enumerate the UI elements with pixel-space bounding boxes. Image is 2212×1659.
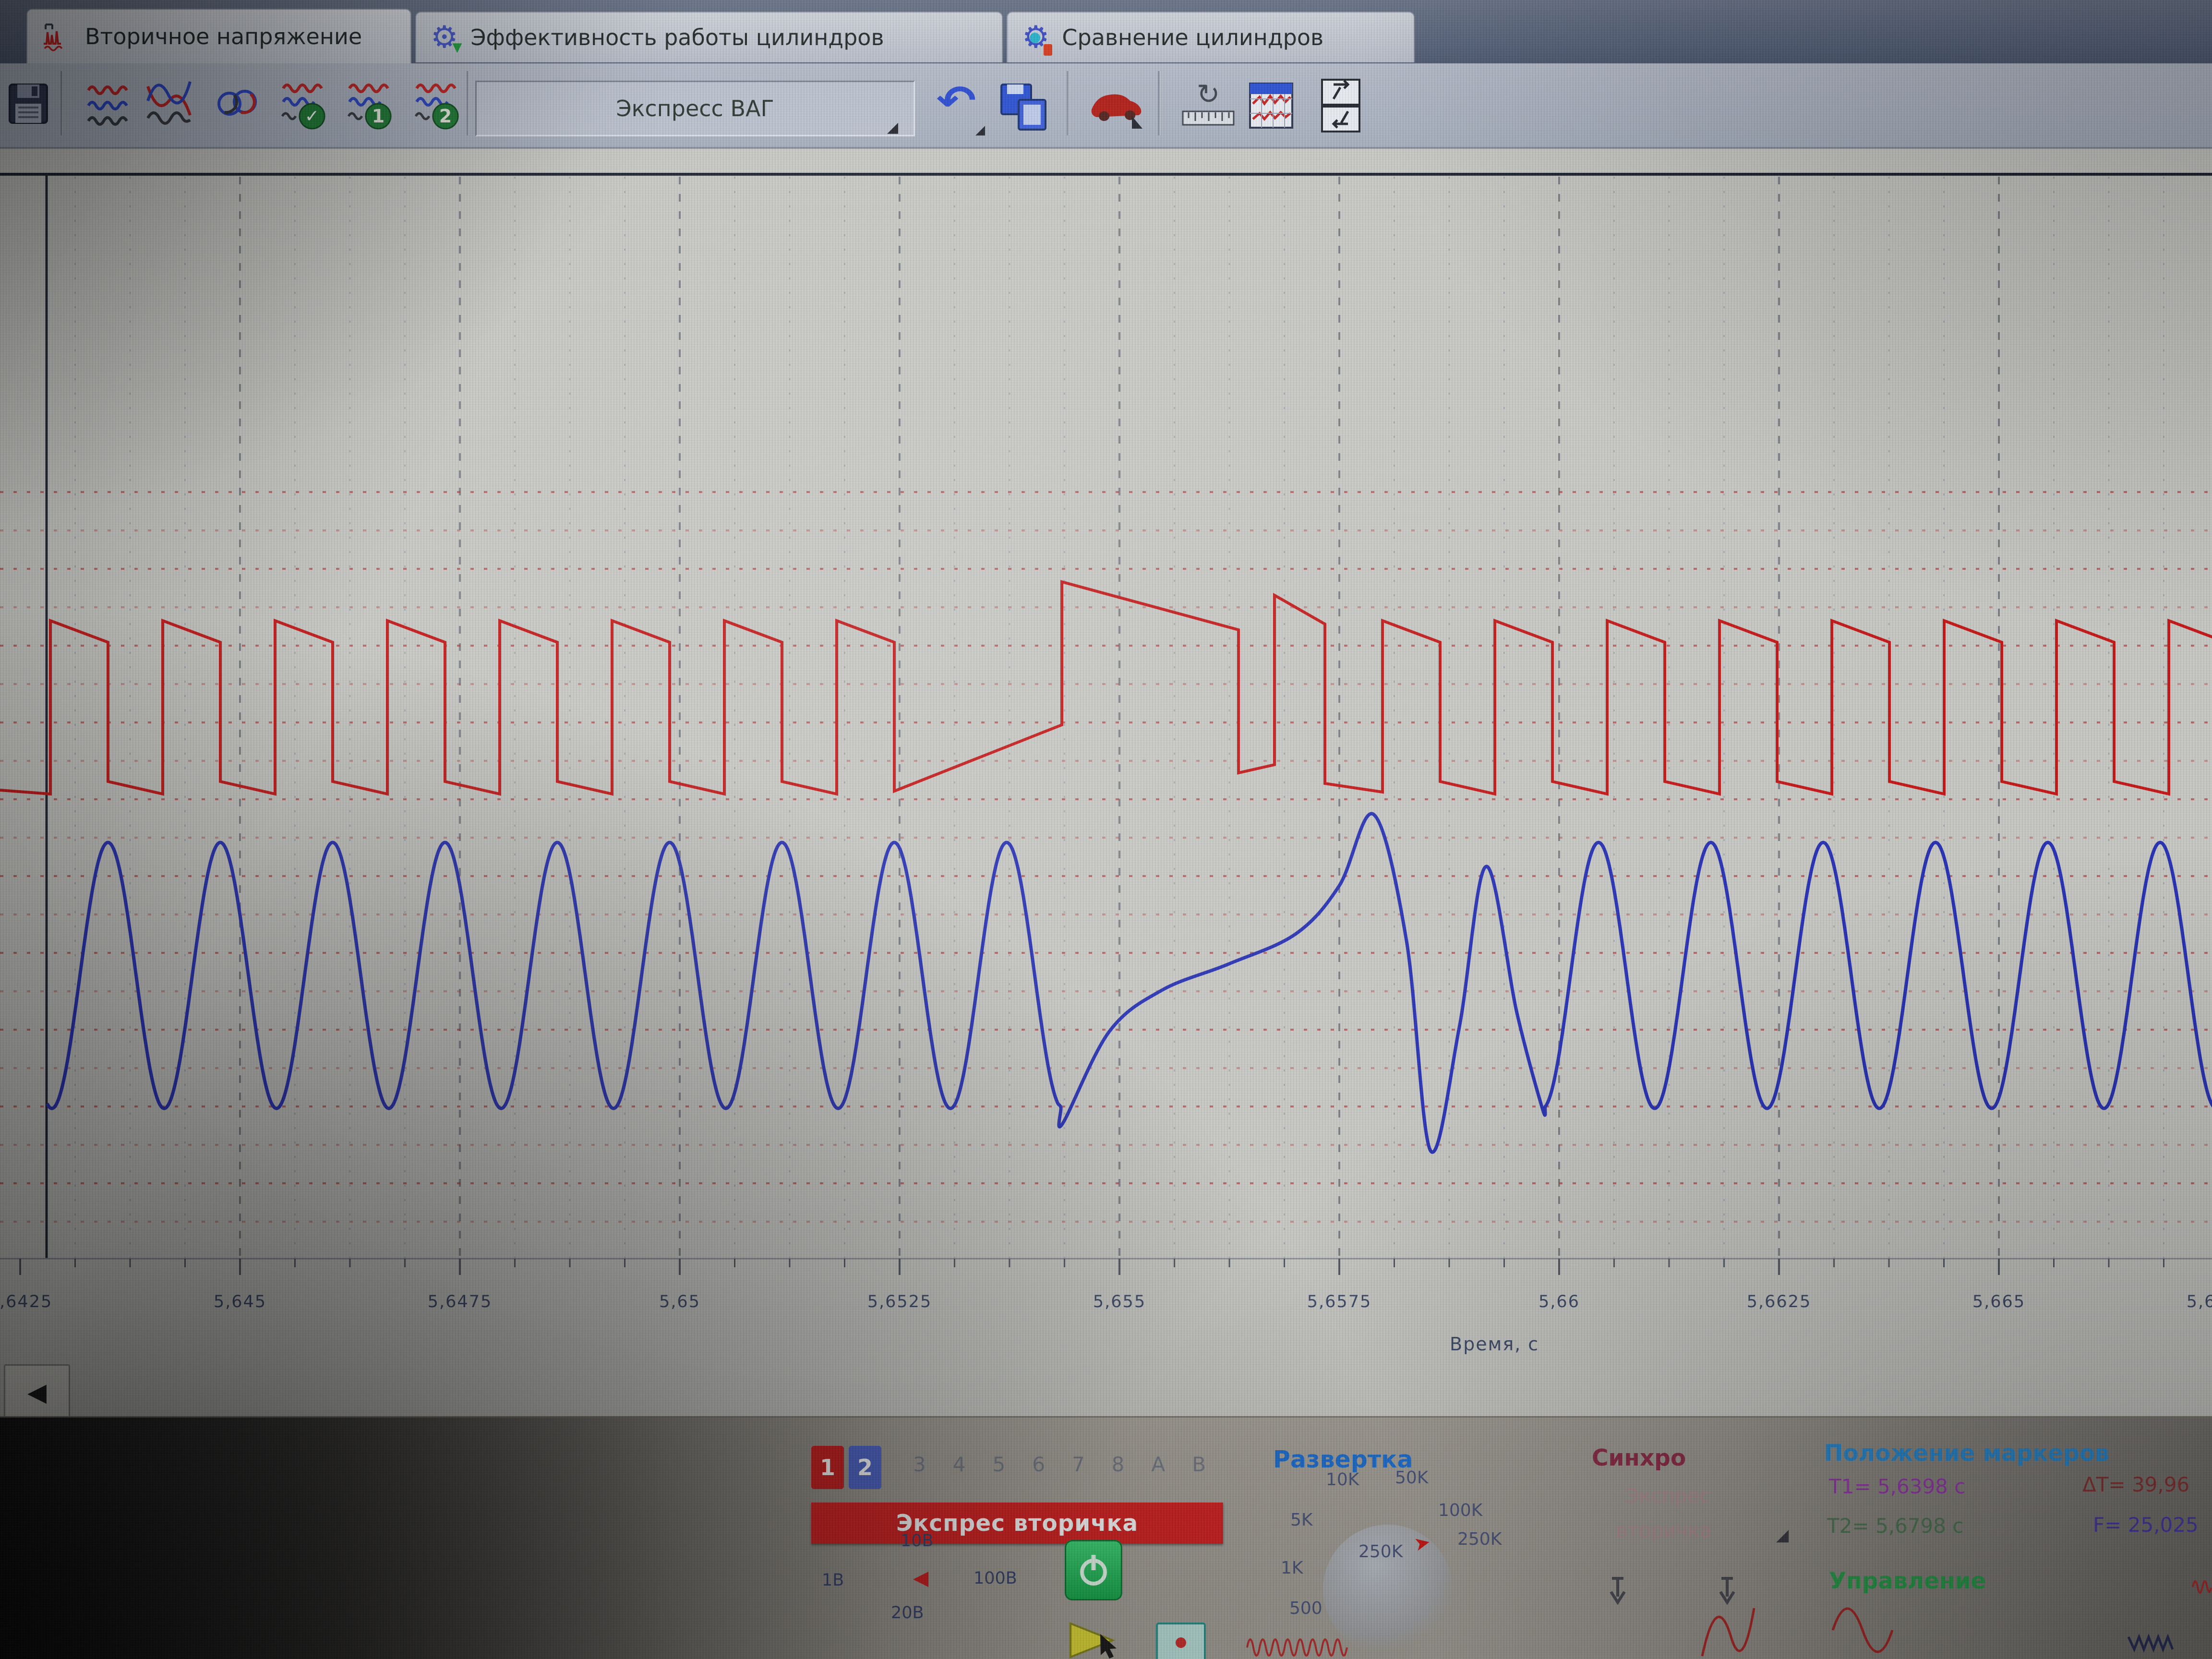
marker-dt: ΔT= 39,96 [2082,1473,2189,1496]
sweep-current-value: 250K [1358,1542,1403,1562]
x-tick-label: 5,6575 [1286,1292,1392,1311]
voltage-option-1v[interactable]: 1В [822,1571,844,1590]
marker-t2: T2= 5,6798 с [1827,1514,1963,1538]
x-tick-label: 5,6675 [2166,1292,2212,1311]
channel-tab-disabled[interactable]: A [1151,1453,1165,1476]
signal-wave-small-icon [2192,1574,2212,1602]
channel-number: 2 [857,1455,873,1480]
x-tick-label: 5,655 [1067,1292,1172,1311]
markers-section: Положение маркеров T1= 5,6398 с ΔT= 39,9… [1824,1440,2212,1551]
x-axis-ticks [20,1259,2164,1275]
sweep-option-50k[interactable]: 50K [1395,1468,1428,1488]
power-icon [1077,1552,1110,1588]
signal-sine-large-icon[interactable] [1699,1601,1771,1659]
channel-tab-disabled[interactable]: 7 [1072,1453,1085,1476]
channel-mode-banner[interactable]: Экспрес вторичка [811,1503,1223,1544]
panel-toggle-button[interactable]: ◀ [4,1364,70,1421]
control-section-title: Управление [1829,1568,1986,1594]
sweep-option-500[interactable]: 500 [1289,1599,1322,1618]
sync-mode-line1[interactable]: Экспрес [1625,1484,1710,1507]
x-tick-label: 5,6425 [0,1292,73,1311]
markers-section-title: Положение маркеров [1824,1440,2212,1467]
channel-tab-disabled[interactable]: 6 [1032,1453,1045,1476]
sync-level-arrow-icon[interactable] [1607,1575,1628,1607]
record-button[interactable] [1156,1623,1206,1659]
x-tick-label: 5,645 [187,1292,293,1311]
voltage-option-100v[interactable]: 100В [974,1569,1017,1588]
x-tick-label: 5,665 [1946,1292,2052,1311]
x-axis-title: Время, с [1450,1334,1539,1355]
channel-tab-disabled[interactable]: B [1192,1453,1206,1476]
channel-tab-2[interactable]: 2 [849,1446,881,1489]
waveform-traces [0,582,2212,1152]
channel-tabs-disabled: 3 4 5 6 7 8 A B [913,1453,1206,1476]
sync-section-title: Синхро [1592,1445,1686,1471]
x-tick-label: 5,6625 [1726,1292,1832,1311]
record-dot-icon [1176,1637,1186,1648]
x-tick-label: 5,6475 [407,1292,513,1311]
channel-tab-disabled[interactable]: 4 [953,1453,966,1476]
trace-sync-blue [47,814,2212,1152]
channel-number: 1 [820,1455,835,1480]
power-button[interactable] [1065,1540,1122,1600]
voltage-pointer-icon: ◀ [913,1566,928,1589]
oscilloscope-plot[interactable] [0,0,2212,1659]
marker-t1: T1= 5,6398 с [1829,1475,1965,1498]
sweep-option-100k[interactable]: 100K [1438,1501,1482,1520]
channel-tab-disabled[interactable]: 3 [913,1453,926,1476]
sync-dropdown-arrow-icon[interactable]: ◢ [1776,1526,1789,1545]
x-tick-label: 5,6525 [847,1292,952,1311]
channel-tab-disabled[interactable]: 5 [992,1453,1005,1476]
sweep-option-250k[interactable]: 250K [1457,1529,1502,1549]
voltage-option-10v[interactable]: 10В [901,1531,934,1551]
x-tick-label: 5,66 [1506,1292,1612,1311]
sweep-option-5k[interactable]: 5K [1290,1510,1313,1530]
application-window: Вторичное напряжение ⚙ ▼ Эффективность р… [0,0,2212,1659]
sweep-option-10k[interactable]: 10K [1326,1470,1359,1490]
run-button[interactable] [1067,1621,1129,1659]
signal-sine-large-icon[interactable] [1830,1601,1907,1659]
sync-mode-line2[interactable]: вторичка [1616,1519,1712,1542]
channel-tab-disabled[interactable]: 8 [1112,1453,1125,1476]
signal-sine-small-icon [1246,1628,1448,1659]
sweep-option-1k[interactable]: 1K [1281,1558,1303,1578]
trace-ignition-red [0,582,2212,794]
signal-wave-dark-icon[interactable] [2127,1627,2184,1659]
voltage-option-20v[interactable]: 20В [891,1603,924,1623]
x-tick-label: 5,65 [627,1292,733,1311]
marker-frequency: F= 25,025 [2093,1513,2199,1537]
arrow-left-icon: ◀ [27,1378,47,1407]
channel-tab-1[interactable]: 1 [811,1446,844,1489]
sweep-section-title: Развертка [1273,1446,1413,1473]
